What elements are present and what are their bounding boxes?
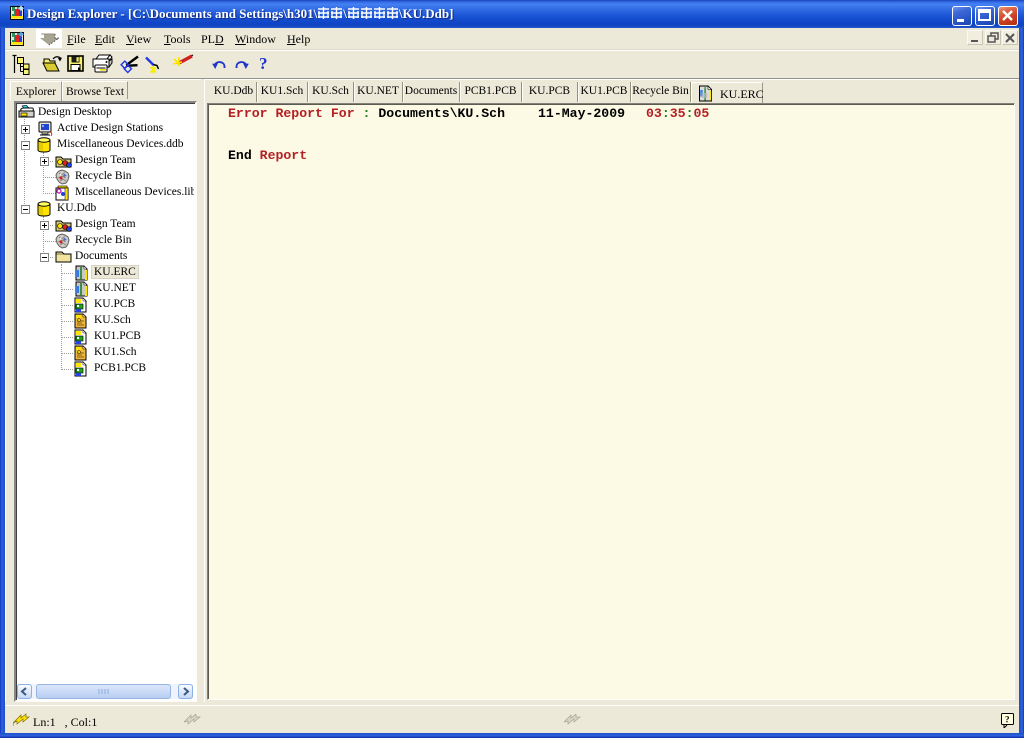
svg-text:?: ?: [1005, 715, 1010, 725]
